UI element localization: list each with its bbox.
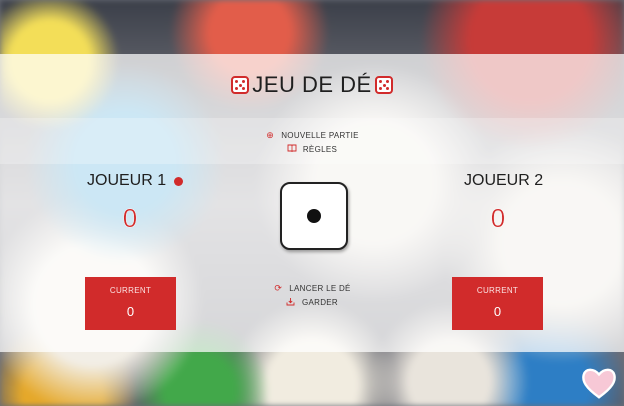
player-2-score: 0: [490, 203, 506, 233]
new-game-label: NOUVELLE PARTIE: [281, 130, 359, 140]
roll-dice-label: LANCER LE DÉ: [289, 283, 351, 293]
heart-icon: [582, 368, 616, 399]
rules-label: RÈGLES: [302, 144, 338, 154]
refresh-icon: ⟳: [274, 282, 283, 293]
active-player-indicator: [174, 176, 184, 186]
player-1-current-box: CURRENT 0: [85, 277, 176, 330]
download-icon: [286, 297, 296, 308]
player-2-current-box: CURRENT 0: [452, 277, 543, 330]
game-menu: ⊕ NOUVELLE PARTIE RÈGLES: [0, 128, 624, 156]
current-label: CURRENT: [476, 286, 519, 295]
plus-circle-icon: ⊕: [266, 129, 275, 140]
book-icon: [287, 144, 297, 154]
player-1-current-score: 0: [126, 304, 135, 319]
player-1-name: JOUEUR 1: [87, 172, 184, 190]
player-1-score: 0: [122, 203, 138, 233]
new-game-button[interactable]: ⊕ NOUVELLE PARTIE: [0, 128, 624, 142]
dice-pip: [307, 209, 321, 223]
hold-label: GARDER: [301, 297, 339, 307]
player-2-name: JOUEUR 2: [464, 172, 544, 189]
rules-button[interactable]: RÈGLES: [0, 142, 624, 156]
dice-icon: [231, 76, 250, 94]
title-text: JEU DE DÉ: [252, 72, 372, 97]
player-2-current-score: 0: [493, 304, 502, 319]
dice-icon: [374, 76, 393, 94]
page-title: JEU DE DÉ: [0, 72, 624, 98]
current-label: CURRENT: [109, 286, 152, 295]
dice-face: [280, 182, 348, 250]
